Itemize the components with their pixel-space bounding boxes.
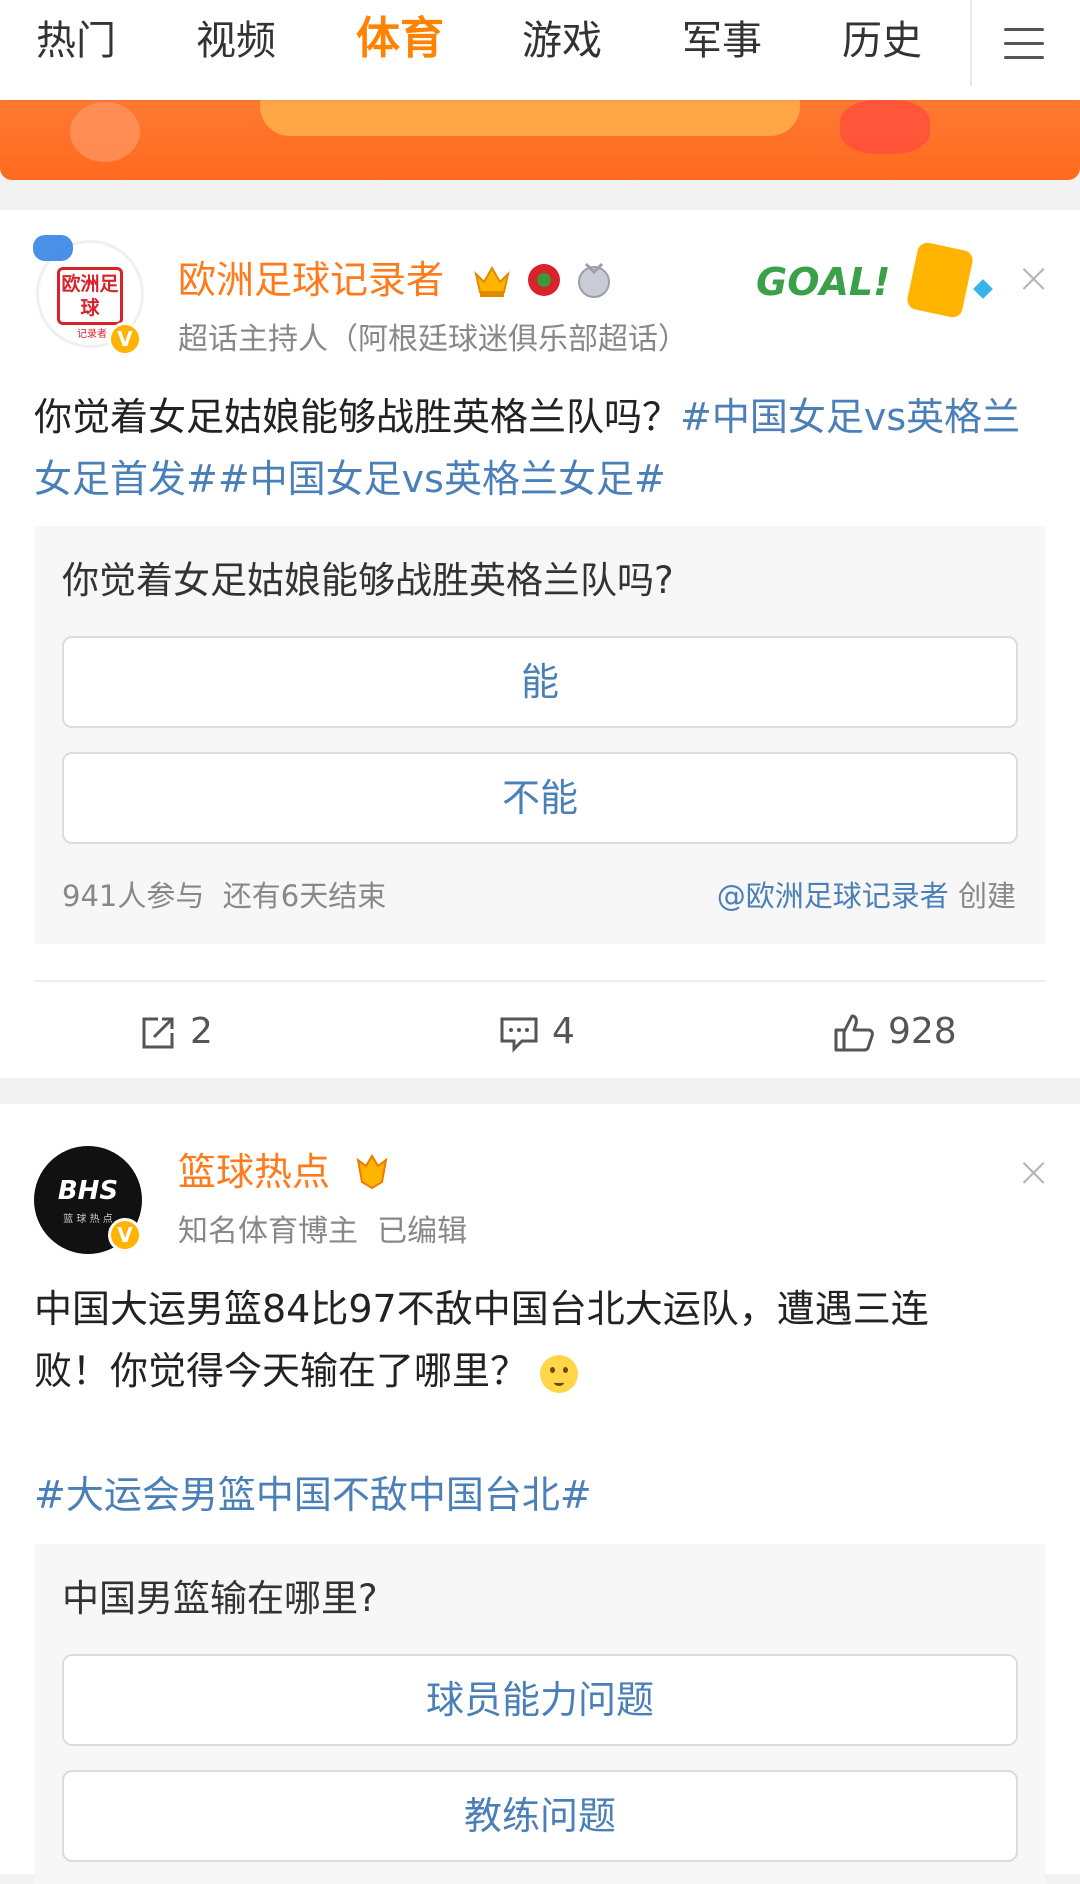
banner-decoration <box>840 100 930 154</box>
tab-history[interactable]: 历史 <box>842 16 922 66</box>
poll-option[interactable]: 球员能力问题 <box>62 1654 1018 1746</box>
poll-question: 中国男篮输在哪里? <box>62 1577 378 1620</box>
comment-count: 4 <box>552 1011 575 1052</box>
post-text: 败！你觉得今天输在了哪里？ <box>34 1349 529 1393</box>
poll: 你觉着女足姑娘能够战胜英格兰队吗? 能 不能 941人参与 还有6天结束 @欧洲… <box>34 526 1046 944</box>
tab-hot[interactable]: 热门 <box>36 16 116 66</box>
flower-badge-icon <box>524 260 564 300</box>
thumbs-up-icon <box>834 1014 874 1052</box>
post-card: BHS 篮 球 热 点 V 篮球热点 知名体育博主 已编辑 × 中国大运男篮84… <box>0 1104 1080 1884</box>
poll-question: 你觉着女足姑娘能够战胜英格兰队吗? <box>62 559 674 602</box>
share-icon <box>142 1017 174 1049</box>
verified-badge-icon: V <box>108 1218 142 1252</box>
repost-button[interactable]: 2 <box>138 1004 213 1060</box>
action-bar: 2 4 928 <box>34 980 1046 1078</box>
banner-decoration <box>70 102 140 162</box>
goal-decoration-text: GOAL! <box>756 260 891 304</box>
hashtag-link[interactable]: #大运会男篮中国不敌中国台北# <box>34 1464 1054 1526</box>
creator-mention-link[interactable]: @欧洲足球记录者 <box>717 879 949 913</box>
comment-icon <box>500 1017 538 1053</box>
username[interactable]: 篮球热点 <box>178 1148 330 1196</box>
verified-badge-icon: V <box>108 322 142 356</box>
menu-icon[interactable] <box>1004 28 1044 60</box>
post-text-line: 中国大运男篮84比97不敌中国台北大运队，遭遇三连 <box>34 1287 929 1331</box>
crown-badge-icon <box>472 260 512 300</box>
medal-badge-icon <box>574 260 614 300</box>
user-role: 知名体育博主 <box>178 1214 358 1249</box>
comment-button[interactable]: 4 <box>498 1004 575 1060</box>
username[interactable]: 欧洲足球记录者 <box>178 256 444 304</box>
poll-option[interactable]: 能 <box>62 636 1018 728</box>
poll-option[interactable]: 教练问题 <box>62 1770 1018 1862</box>
close-icon[interactable]: × <box>1016 1151 1051 1193</box>
nav-divider <box>970 0 972 86</box>
post-body: 你觉着女足姑娘能够战胜英格兰队吗？#中国女足vs英格兰女足首发##中国女足vs英… <box>34 386 1054 510</box>
like-button[interactable]: 928 <box>832 1004 957 1060</box>
like-count: 928 <box>888 1011 957 1052</box>
sparkle-icon <box>973 279 993 299</box>
avatar-logo: BHS <box>57 1176 119 1206</box>
tab-sports[interactable]: 体育 <box>356 14 444 64</box>
post-body: 中国大运男篮84比97不敌中国台北大运队，遭遇三连 败！你觉得今天输在了哪里？ … <box>34 1278 1054 1526</box>
goal-decoration-icon: GOAL! <box>732 240 1002 320</box>
post-card: 欧洲足球 记录者 V 欧洲足球记录者 超话主持人（阿根廷球迷俱乐部超话） GOA… <box>0 210 1080 1078</box>
tab-video[interactable]: 视频 <box>196 16 276 66</box>
thinking-emoji-icon <box>540 1354 579 1393</box>
goal-trophy-icon <box>905 240 975 320</box>
gold-badge-icon <box>352 1152 392 1192</box>
edited-label: 已编辑 <box>377 1214 468 1249</box>
close-icon[interactable]: × <box>1016 257 1051 299</box>
hashtag-link[interactable]: #中国女足vs英格兰女足# <box>218 457 666 501</box>
poll-option[interactable]: 不能 <box>62 752 1018 844</box>
post-text-line: 败！你觉得今天输在了哪里？ <box>34 1340 1054 1402</box>
poll-participants: 941人参与 <box>62 879 205 913</box>
poll-creator: @欧洲足球记录者 创建 <box>717 876 1016 916</box>
top-nav: 热门 视频 体育 游戏 军事 历史 <box>0 0 1080 100</box>
poll: 中国男篮输在哪里? 球员能力问题 教练问题 <box>34 1544 1046 1884</box>
promo-banner[interactable] <box>0 96 1080 180</box>
user-subtitle: 超话主持人（阿根廷球迷俱乐部超话） <box>178 322 688 357</box>
repost-count: 2 <box>190 1011 213 1052</box>
tab-military[interactable]: 军事 <box>682 16 762 66</box>
avatar-logo: 欧洲足球 <box>57 267 123 325</box>
poll-remaining: 还有6天结束 <box>222 879 387 913</box>
user-subtitle: 知名体育博主 已编辑 <box>178 1212 467 1252</box>
banner-decoration <box>260 96 800 136</box>
tab-games[interactable]: 游戏 <box>522 16 602 66</box>
post-text: 你觉着女足姑娘能够战胜英格兰队吗？ <box>34 395 681 439</box>
creator-suffix: 创建 <box>957 879 1016 913</box>
goal-badge-icon <box>33 235 73 261</box>
poll-stats: 941人参与 还有6天结束 <box>62 876 386 916</box>
